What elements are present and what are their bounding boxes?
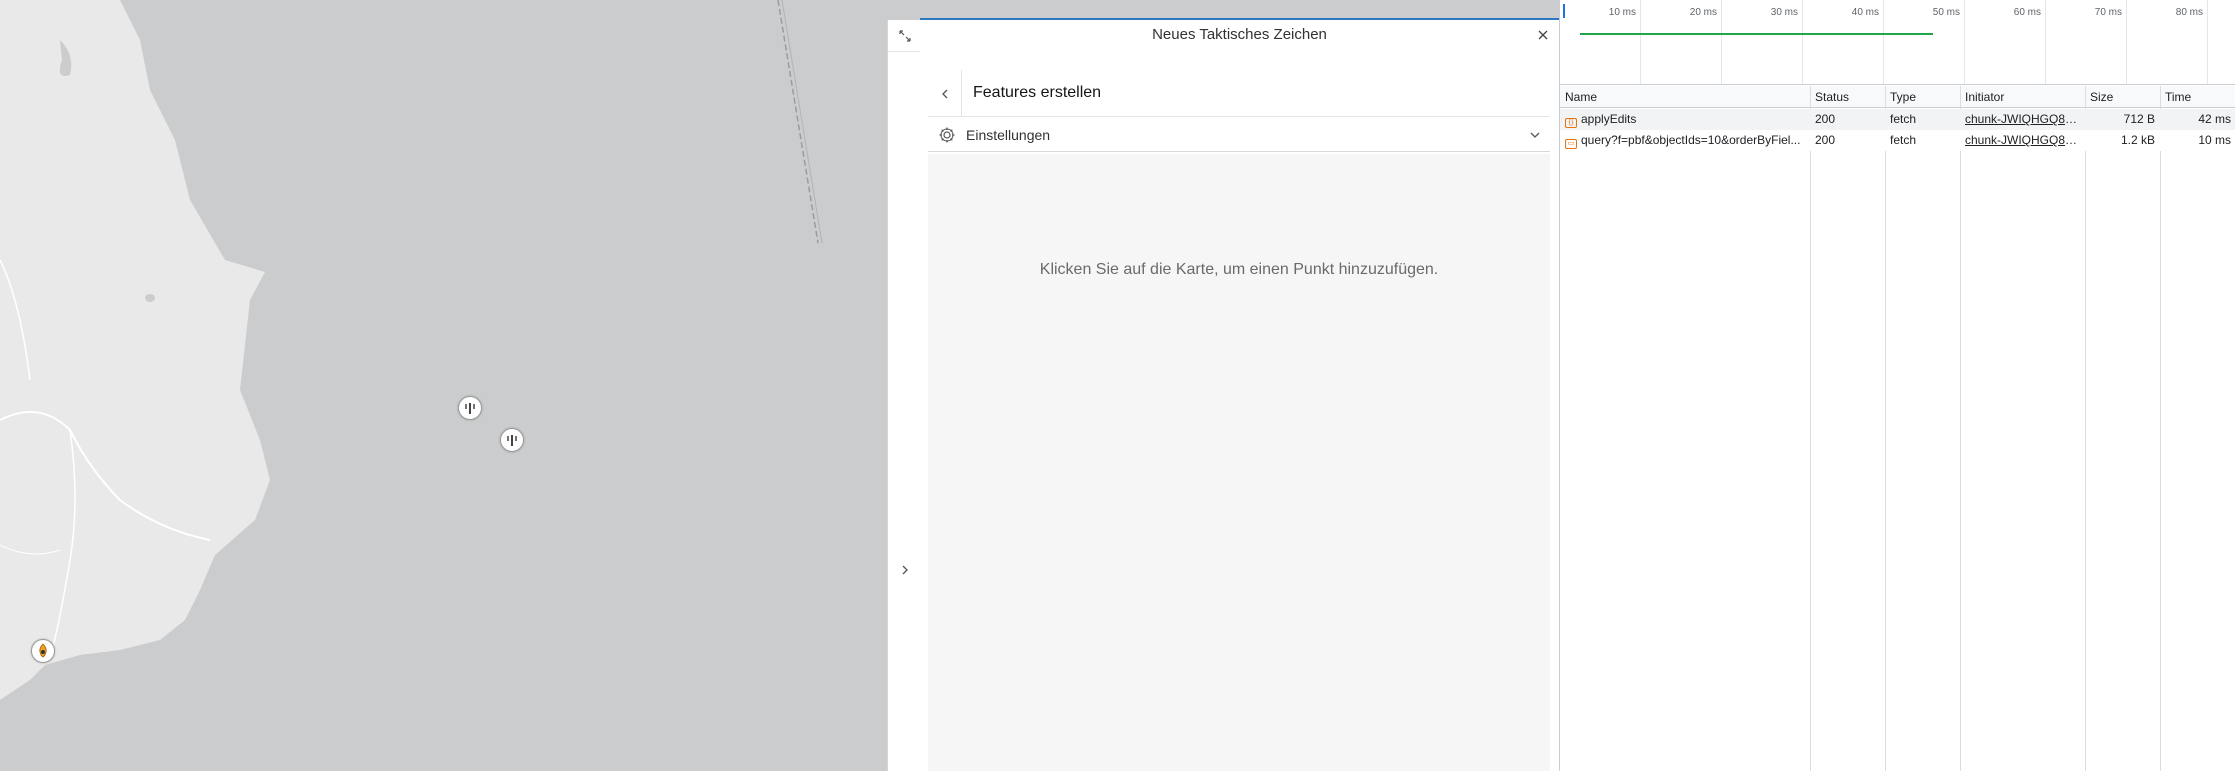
request-type: fetch — [1890, 133, 1917, 147]
timeline-gridline — [1964, 0, 1965, 84]
request-status: 200 — [1815, 112, 1836, 126]
column-divider — [1960, 86, 1961, 771]
column-header-status[interactable]: Status — [1810, 86, 1885, 108]
table-row[interactable]: ▭ query?f=pbf&objectIds=10&orderByFiel...… — [1560, 130, 2235, 151]
timeline-gridline — [2126, 0, 2127, 84]
settings-expander[interactable]: Einstellungen — [928, 118, 1550, 152]
timeline-tick-label: 80 ms — [2175, 7, 2203, 18]
request-time: 10 ms — [2198, 133, 2231, 147]
request-size: 1.2 kB — [2120, 133, 2155, 147]
column-divider — [1885, 86, 1886, 771]
timeline-gridline — [2045, 0, 2046, 84]
hint-area: Klicken Sie auf die Karte, um einen Punk… — [928, 154, 1550, 771]
chevron-right-icon — [902, 565, 908, 575]
request-initiator-link[interactable]: chunk-JWIQHGQ8.j... — [1960, 130, 2085, 151]
column-divider — [1810, 86, 1811, 771]
timeline-gridline — [1640, 0, 1641, 84]
request-size: 712 B — [2123, 112, 2155, 126]
timeline-start-marker — [1563, 4, 1565, 18]
request-name: query?f=pbf&objectIds=10&orderByFiel... — [1581, 133, 1801, 147]
timeline-gridline — [2207, 0, 2208, 84]
collapse-panel-button[interactable] — [888, 548, 922, 592]
timeline-request-bar — [1580, 33, 1933, 35]
request-type: fetch — [1890, 112, 1917, 126]
fetch-request-icon: ▭ — [1565, 139, 1577, 149]
timeline-tick-label: 50 ms — [1932, 7, 1960, 18]
fetch-request-icon: {} — [1565, 118, 1577, 128]
map-marker-flame[interactable] — [31, 639, 55, 663]
timeline-gridline — [1883, 0, 1884, 84]
request-name-cell: {} applyEdits — [1560, 109, 1810, 130]
column-header-time[interactable]: Time — [2160, 86, 2235, 108]
expand-button[interactable] — [888, 20, 922, 52]
settings-label: Einstellungen — [966, 127, 1051, 143]
timeline-tick-label: 70 ms — [2094, 7, 2122, 18]
column-header-size[interactable]: Size — [2085, 86, 2160, 108]
timeline-tick-label: 30 ms — [1770, 7, 1798, 18]
request-time: 42 ms — [2198, 112, 2231, 126]
timeline-tick-label: 20 ms — [1689, 7, 1717, 18]
table-row[interactable]: {} applyEdits 200 fetch chunk-JWIQHGQ8.j.… — [1560, 109, 2235, 130]
map-marker-antenna[interactable] — [500, 428, 524, 452]
features-title: Features erstellen — [973, 84, 1102, 101]
close-button[interactable] — [1531, 23, 1555, 47]
map-landmass — [0, 0, 823, 700]
column-header-initiator[interactable]: Initiator — [1960, 86, 2085, 108]
panel-header: Neues Taktisches Zeichen — [920, 20, 1559, 52]
chevron-down-icon — [1530, 132, 1540, 138]
expand-icon — [899, 29, 911, 42]
column-divider — [2085, 86, 2086, 771]
request-status: 200 — [1815, 133, 1836, 147]
map-marker-antenna[interactable] — [458, 396, 482, 420]
timeline-tick-label: 60 ms — [2013, 7, 2041, 18]
timeline-gridline — [1802, 0, 1803, 84]
panel-side-strip — [887, 20, 922, 771]
tactical-symbol-icon — [465, 403, 475, 414]
gear-icon — [939, 127, 955, 143]
timeline-gridline — [1721, 0, 1722, 84]
timeline-tick-label: 40 ms — [1851, 7, 1879, 18]
request-initiator-link[interactable]: chunk-JWIQHGQ8.j... — [1960, 109, 2085, 130]
network-request-table: Name Status Type Initiator Size Time {} a… — [1560, 86, 2235, 771]
column-divider — [2160, 86, 2161, 771]
request-name: applyEdits — [1581, 112, 1637, 126]
timeline-tick-label: 10 ms — [1608, 7, 1636, 18]
network-timeline-overview[interactable]: 10 ms 20 ms 30 ms 40 ms 50 ms 60 ms 70 m… — [1560, 0, 2235, 85]
map-view[interactable] — [0, 0, 887, 771]
column-header-name[interactable]: Name — [1560, 86, 1810, 108]
flame-symbol-icon — [39, 643, 47, 658]
close-icon — [1538, 30, 1548, 40]
features-header: Features erstellen — [928, 70, 1550, 117]
devtools-network-panel: 10 ms 20 ms 30 ms 40 ms 50 ms 60 ms 70 m… — [1559, 0, 2235, 771]
column-header-type[interactable]: Type — [1885, 86, 1960, 108]
request-name-cell: ▭ query?f=pbf&objectIds=10&orderByFiel... — [1560, 130, 1810, 151]
tactical-symbol-icon — [507, 435, 517, 446]
chevron-left-icon — [941, 89, 947, 98]
panel-title: Neues Taktisches Zeichen — [1152, 26, 1327, 43]
back-button[interactable] — [928, 70, 962, 117]
hint-text: Klicken Sie auf die Karte, um einen Punk… — [1039, 261, 1439, 278]
editor-panel: Neues Taktisches Zeichen Features erstel… — [920, 18, 1559, 771]
